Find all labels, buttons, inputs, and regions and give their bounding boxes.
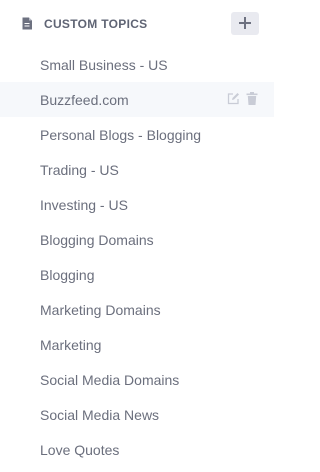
topic-item[interactable]: Blogging — [0, 257, 274, 292]
topic-item[interactable]: Love Quotes — [0, 432, 274, 467]
topic-label: Investing - US — [40, 197, 128, 213]
topic-item[interactable]: Small Business - US — [0, 47, 274, 82]
topic-item[interactable]: Trading - US — [0, 152, 274, 187]
topic-item-active[interactable]: Buzzfeed.com — [0, 82, 274, 117]
topic-item[interactable]: Personal Blogs - Blogging — [0, 117, 274, 152]
topic-item[interactable]: Social Media Domains — [0, 362, 274, 397]
topic-label: Social Media News — [40, 407, 160, 423]
topic-label: Marketing Domains — [40, 302, 161, 318]
topic-label: Marketing — [40, 337, 102, 353]
edit-icon[interactable] — [227, 92, 240, 106]
topic-label: Blogging — [40, 267, 95, 283]
document-icon — [21, 17, 33, 30]
topic-label: Social Media Domains — [40, 372, 180, 388]
topic-label: Blogging Domains — [40, 232, 154, 248]
topic-list: Small Business - US Buzzfeed.com Persona… — [0, 47, 274, 467]
add-topic-button[interactable] — [231, 12, 259, 35]
topic-item[interactable]: Marketing — [0, 327, 274, 362]
topic-label: Trading - US — [40, 162, 119, 178]
topic-item[interactable]: Social Media News — [0, 397, 274, 432]
topic-item[interactable]: Blogging Domains — [0, 222, 274, 257]
custom-topics-panel: CUSTOM TOPICS Small Business - US Buzzfe… — [0, 0, 274, 472]
topic-label: Small Business - US — [40, 57, 168, 73]
topic-item[interactable]: Investing - US — [0, 187, 274, 222]
plus-icon — [239, 17, 251, 29]
topic-actions — [227, 92, 259, 106]
topic-label: Love Quotes — [40, 442, 120, 458]
topic-item[interactable]: Marketing Domains — [0, 292, 274, 327]
section-title: CUSTOM TOPICS — [44, 17, 148, 31]
trash-icon[interactable] — [246, 92, 259, 106]
custom-topics-header: CUSTOM TOPICS — [0, 0, 274, 46]
topic-label: Personal Blogs - Blogging — [40, 127, 202, 143]
topic-label: Buzzfeed.com — [40, 92, 129, 108]
